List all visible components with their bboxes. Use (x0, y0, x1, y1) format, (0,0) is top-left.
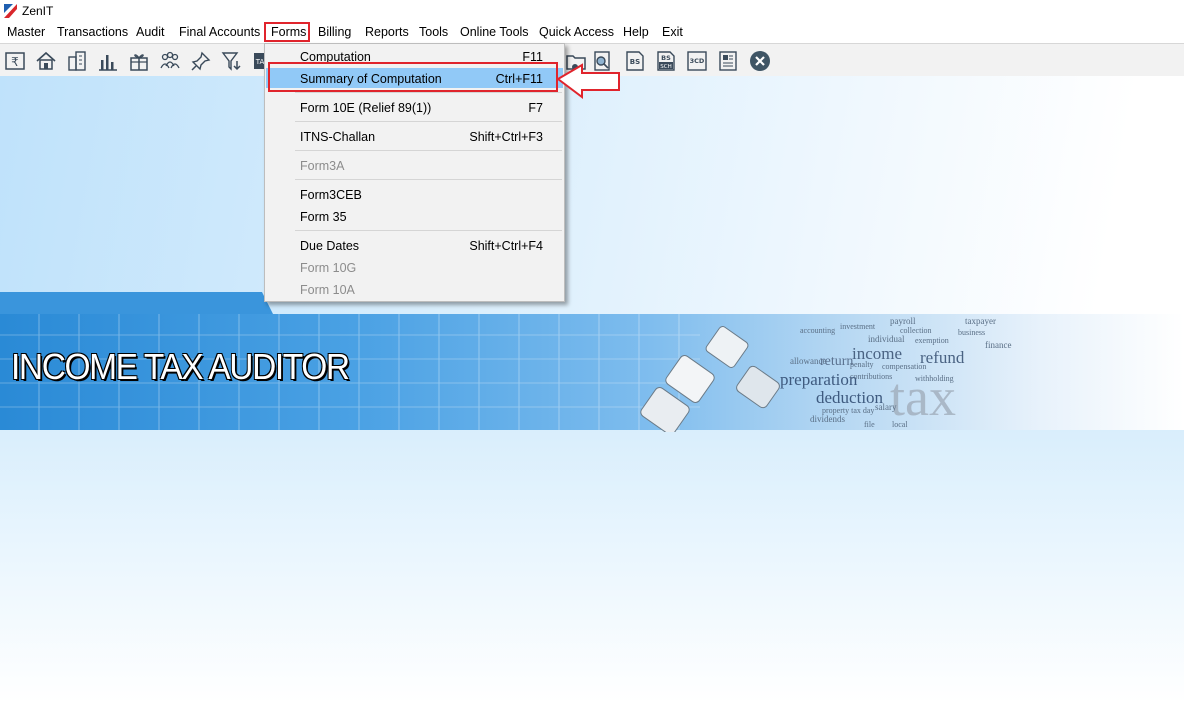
bs-sch-icon-label-bottom: SCH (660, 64, 671, 70)
word-taxpayer: taxpayer (965, 316, 996, 326)
forms-menu-highlight-box (264, 22, 310, 42)
3cd-icon[interactable]: 3CD (686, 50, 708, 72)
bs-icon[interactable]: BS (624, 50, 646, 72)
bs-sch-icon[interactable]: BS SCH (655, 50, 677, 72)
word-business: business (958, 328, 986, 337)
word-local: local (892, 420, 908, 429)
menu-separator (295, 150, 562, 151)
word-contributions: contributions (850, 372, 893, 381)
menu-separator (295, 230, 562, 231)
menu-transactions[interactable]: Transactions (57, 25, 128, 39)
word-collection: collection (900, 326, 932, 335)
banner-title: INCOME TAX AUDITOR (11, 346, 350, 387)
menu-quick-access[interactable]: Quick Access (539, 25, 614, 39)
word-compensation: compensation (882, 362, 927, 371)
word-preparation: preparation (780, 370, 858, 389)
window-title: ZenIT (22, 4, 54, 18)
word-property-tax-day: property tax day (822, 406, 875, 415)
menu-reports[interactable]: Reports (365, 25, 409, 39)
menu-audit[interactable]: Audit (136, 25, 165, 39)
rupee-icon[interactable]: ₹ (4, 50, 26, 72)
word-deduction: deduction (816, 388, 884, 407)
menu-item-form3ceb[interactable]: Form3CEB (266, 184, 563, 204)
report-icon[interactable] (717, 50, 739, 72)
word-file: file (864, 420, 875, 429)
menu-separator (295, 121, 562, 122)
word-finance: finance (985, 340, 1012, 350)
menu-master[interactable]: Master (7, 25, 45, 39)
word-salary: salary (875, 402, 897, 412)
menu-item-label: Form 35 (300, 210, 347, 224)
menu-item-label: Form3CEB (300, 188, 362, 202)
menu-item-label: Form 10G (300, 261, 357, 275)
menu-item-form-10e[interactable]: Form 10E (Relief 89(1)) F7 (266, 97, 563, 117)
menu-item-form3a: Form3A (266, 155, 563, 175)
word-refund: refund (920, 348, 965, 367)
people-icon[interactable] (159, 50, 181, 72)
app-background-lower (0, 430, 1184, 703)
word-allowance: allowance (790, 356, 827, 366)
menu-billing[interactable]: Billing (318, 25, 351, 39)
word-investment: investment (840, 322, 876, 331)
filter-icon[interactable] (221, 50, 243, 72)
gift-icon[interactable] (128, 50, 150, 72)
home-icon[interactable] (35, 50, 57, 72)
building-icon[interactable] (66, 50, 88, 72)
word-penalty: penalty (850, 360, 874, 369)
menu-item-shortcut: Shift+Ctrl+F3 (469, 130, 543, 144)
menu-item-form-10g: Form 10G (266, 257, 563, 277)
menu-item-label: Form 10E (Relief 89(1)) (300, 101, 432, 115)
banner: income refund preparation deduction tax … (0, 292, 1184, 432)
menu-help[interactable]: Help (623, 25, 649, 39)
bar-chart-icon[interactable] (97, 50, 119, 72)
bs-sch-icon-label-top: BS (661, 54, 671, 62)
menu-item-label: Form3A (300, 159, 345, 173)
menu-separator (295, 92, 562, 93)
menu-tools[interactable]: Tools (419, 25, 448, 39)
menu-item-label: Due Dates (300, 239, 360, 253)
pin-icon[interactable] (190, 50, 212, 72)
banner-tab (0, 292, 274, 316)
word-accounting: accounting (800, 326, 836, 335)
bs-icon-label: BS (630, 58, 640, 66)
menu-item-form-10a: Form 10A (266, 279, 563, 299)
menu-item-due-dates[interactable]: Due Dates Shift+Ctrl+F4 (266, 235, 563, 255)
summary-highlight-box (268, 62, 558, 92)
zenit-logo-icon (4, 4, 17, 18)
menu-item-shortcut: Shift+Ctrl+F4 (469, 239, 543, 253)
menu-final-accounts[interactable]: Final Accounts (179, 25, 260, 39)
menu-item-form-35[interactable]: Form 35 (266, 206, 563, 226)
menu-item-label: Form 10A (300, 283, 355, 297)
tax-word-cloud: income refund preparation deduction tax … (780, 314, 1080, 430)
word-payroll: payroll (890, 316, 916, 326)
menu-exit[interactable]: Exit (662, 25, 683, 39)
close-circle-icon[interactable] (749, 50, 771, 72)
3cd-icon-label: 3CD (690, 57, 705, 65)
keyboard-keys-graphic (640, 326, 780, 432)
ta-icon-label: TA (255, 58, 265, 66)
word-dividends: dividends (810, 414, 845, 424)
red-arrow-annotation-icon (556, 63, 620, 99)
menu-item-itns-challan[interactable]: ITNS-Challan Shift+Ctrl+F3 (266, 126, 563, 146)
title-bar: ZenIT (0, 0, 1184, 22)
svg-text:₹: ₹ (11, 55, 19, 69)
menu-bar: Master Transactions Audit Final Accounts… (0, 22, 1184, 44)
menu-online-tools[interactable]: Online Tools (460, 25, 529, 39)
word-withholding: withholding (915, 374, 954, 383)
word-individual: individual (868, 334, 905, 344)
menu-item-label: ITNS-Challan (300, 130, 376, 144)
menu-item-shortcut: F7 (528, 101, 543, 115)
menu-separator (295, 179, 562, 180)
word-exemption: exemption (915, 336, 949, 345)
